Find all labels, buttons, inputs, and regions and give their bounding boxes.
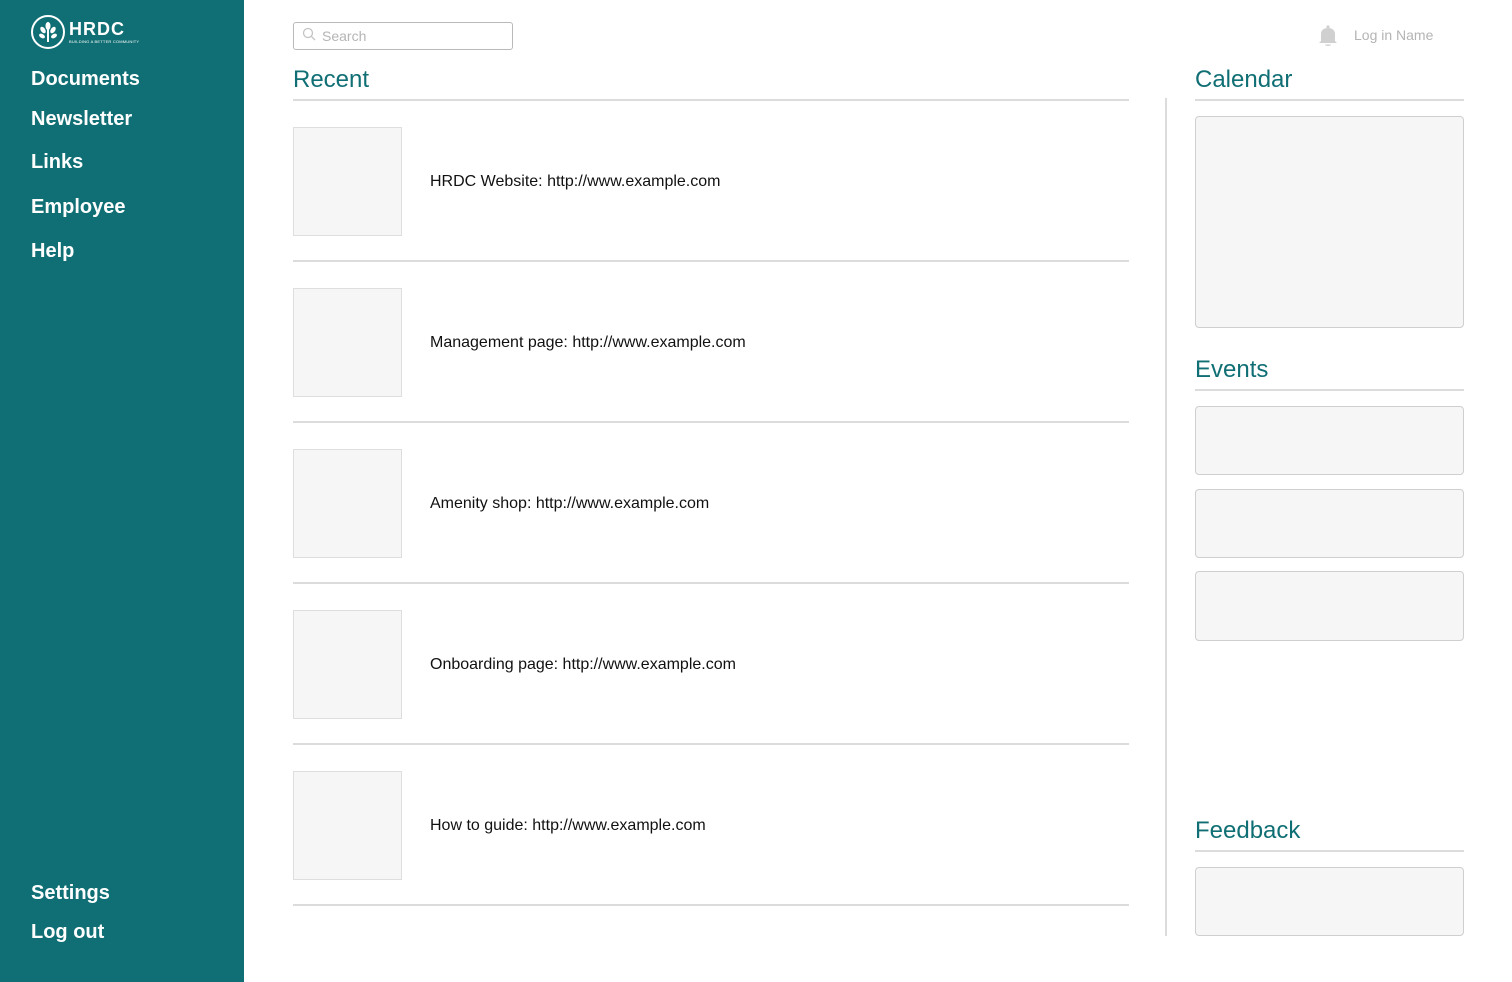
item-link[interactable]: Onboarding page: http://www.example.com (430, 656, 736, 674)
nav-employee[interactable]: Employee (31, 196, 125, 219)
nav-newsletter[interactable]: Newsletter (31, 108, 132, 131)
list-item[interactable]: How to guide: http://www.example.com (293, 745, 1129, 906)
hrdc-logo[interactable]: HRDC BUILDING A BETTER COMMUNITY (31, 15, 139, 49)
item-thumbnail (293, 288, 402, 397)
feedback-divider (1195, 850, 1464, 852)
recent-title: Recent (293, 66, 370, 93)
item-link[interactable]: HRDC Website: http://www.example.com (430, 173, 720, 191)
calendar-title: Calendar (1195, 66, 1293, 93)
calendar-divider (1195, 99, 1464, 101)
events-divider (1195, 389, 1464, 391)
nav-log-out[interactable]: Log out (31, 921, 104, 944)
item-link[interactable]: Amenity shop: http://www.example.com (430, 495, 709, 513)
search-icon (302, 27, 316, 46)
item-link[interactable]: How to guide: http://www.example.com (430, 817, 706, 835)
list-item[interactable]: HRDC Website: http://www.example.com (293, 101, 1129, 262)
item-thumbnail (293, 127, 402, 236)
item-thumbnail (293, 610, 402, 719)
login-name[interactable]: Log in Name (1354, 27, 1433, 43)
search-input[interactable] (322, 28, 502, 44)
sidebar: HRDC BUILDING A BETTER COMMUNITY Documen… (0, 0, 244, 982)
calendar-panel[interactable] (1195, 116, 1464, 328)
item-thumbnail (293, 771, 402, 880)
column-divider (1165, 98, 1167, 936)
nav-help[interactable]: Help (31, 240, 74, 263)
search-box[interactable] (293, 22, 513, 50)
events-title: Events (1195, 356, 1269, 383)
event-card[interactable] (1195, 489, 1464, 558)
list-item[interactable]: Management page: http://www.example.com (293, 262, 1129, 423)
nav-settings[interactable]: Settings (31, 882, 110, 905)
nav-documents[interactable]: Documents (31, 68, 140, 91)
tree-icon (31, 15, 65, 49)
event-card[interactable] (1195, 406, 1464, 475)
item-thumbnail (293, 449, 402, 558)
event-card[interactable] (1195, 571, 1464, 641)
feedback-title: Feedback (1195, 817, 1301, 844)
logo-tagline: BUILDING A BETTER COMMUNITY (69, 38, 140, 44)
list-item[interactable]: Onboarding page: http://www.example.com (293, 584, 1129, 745)
logo-name: HRDC (69, 18, 125, 39)
item-link[interactable]: Management page: http://www.example.com (430, 334, 746, 352)
list-item[interactable]: Amenity shop: http://www.example.com (293, 423, 1129, 584)
bell-icon[interactable] (1317, 24, 1339, 48)
feedback-box[interactable] (1195, 867, 1464, 936)
nav-links[interactable]: Links (31, 151, 83, 174)
